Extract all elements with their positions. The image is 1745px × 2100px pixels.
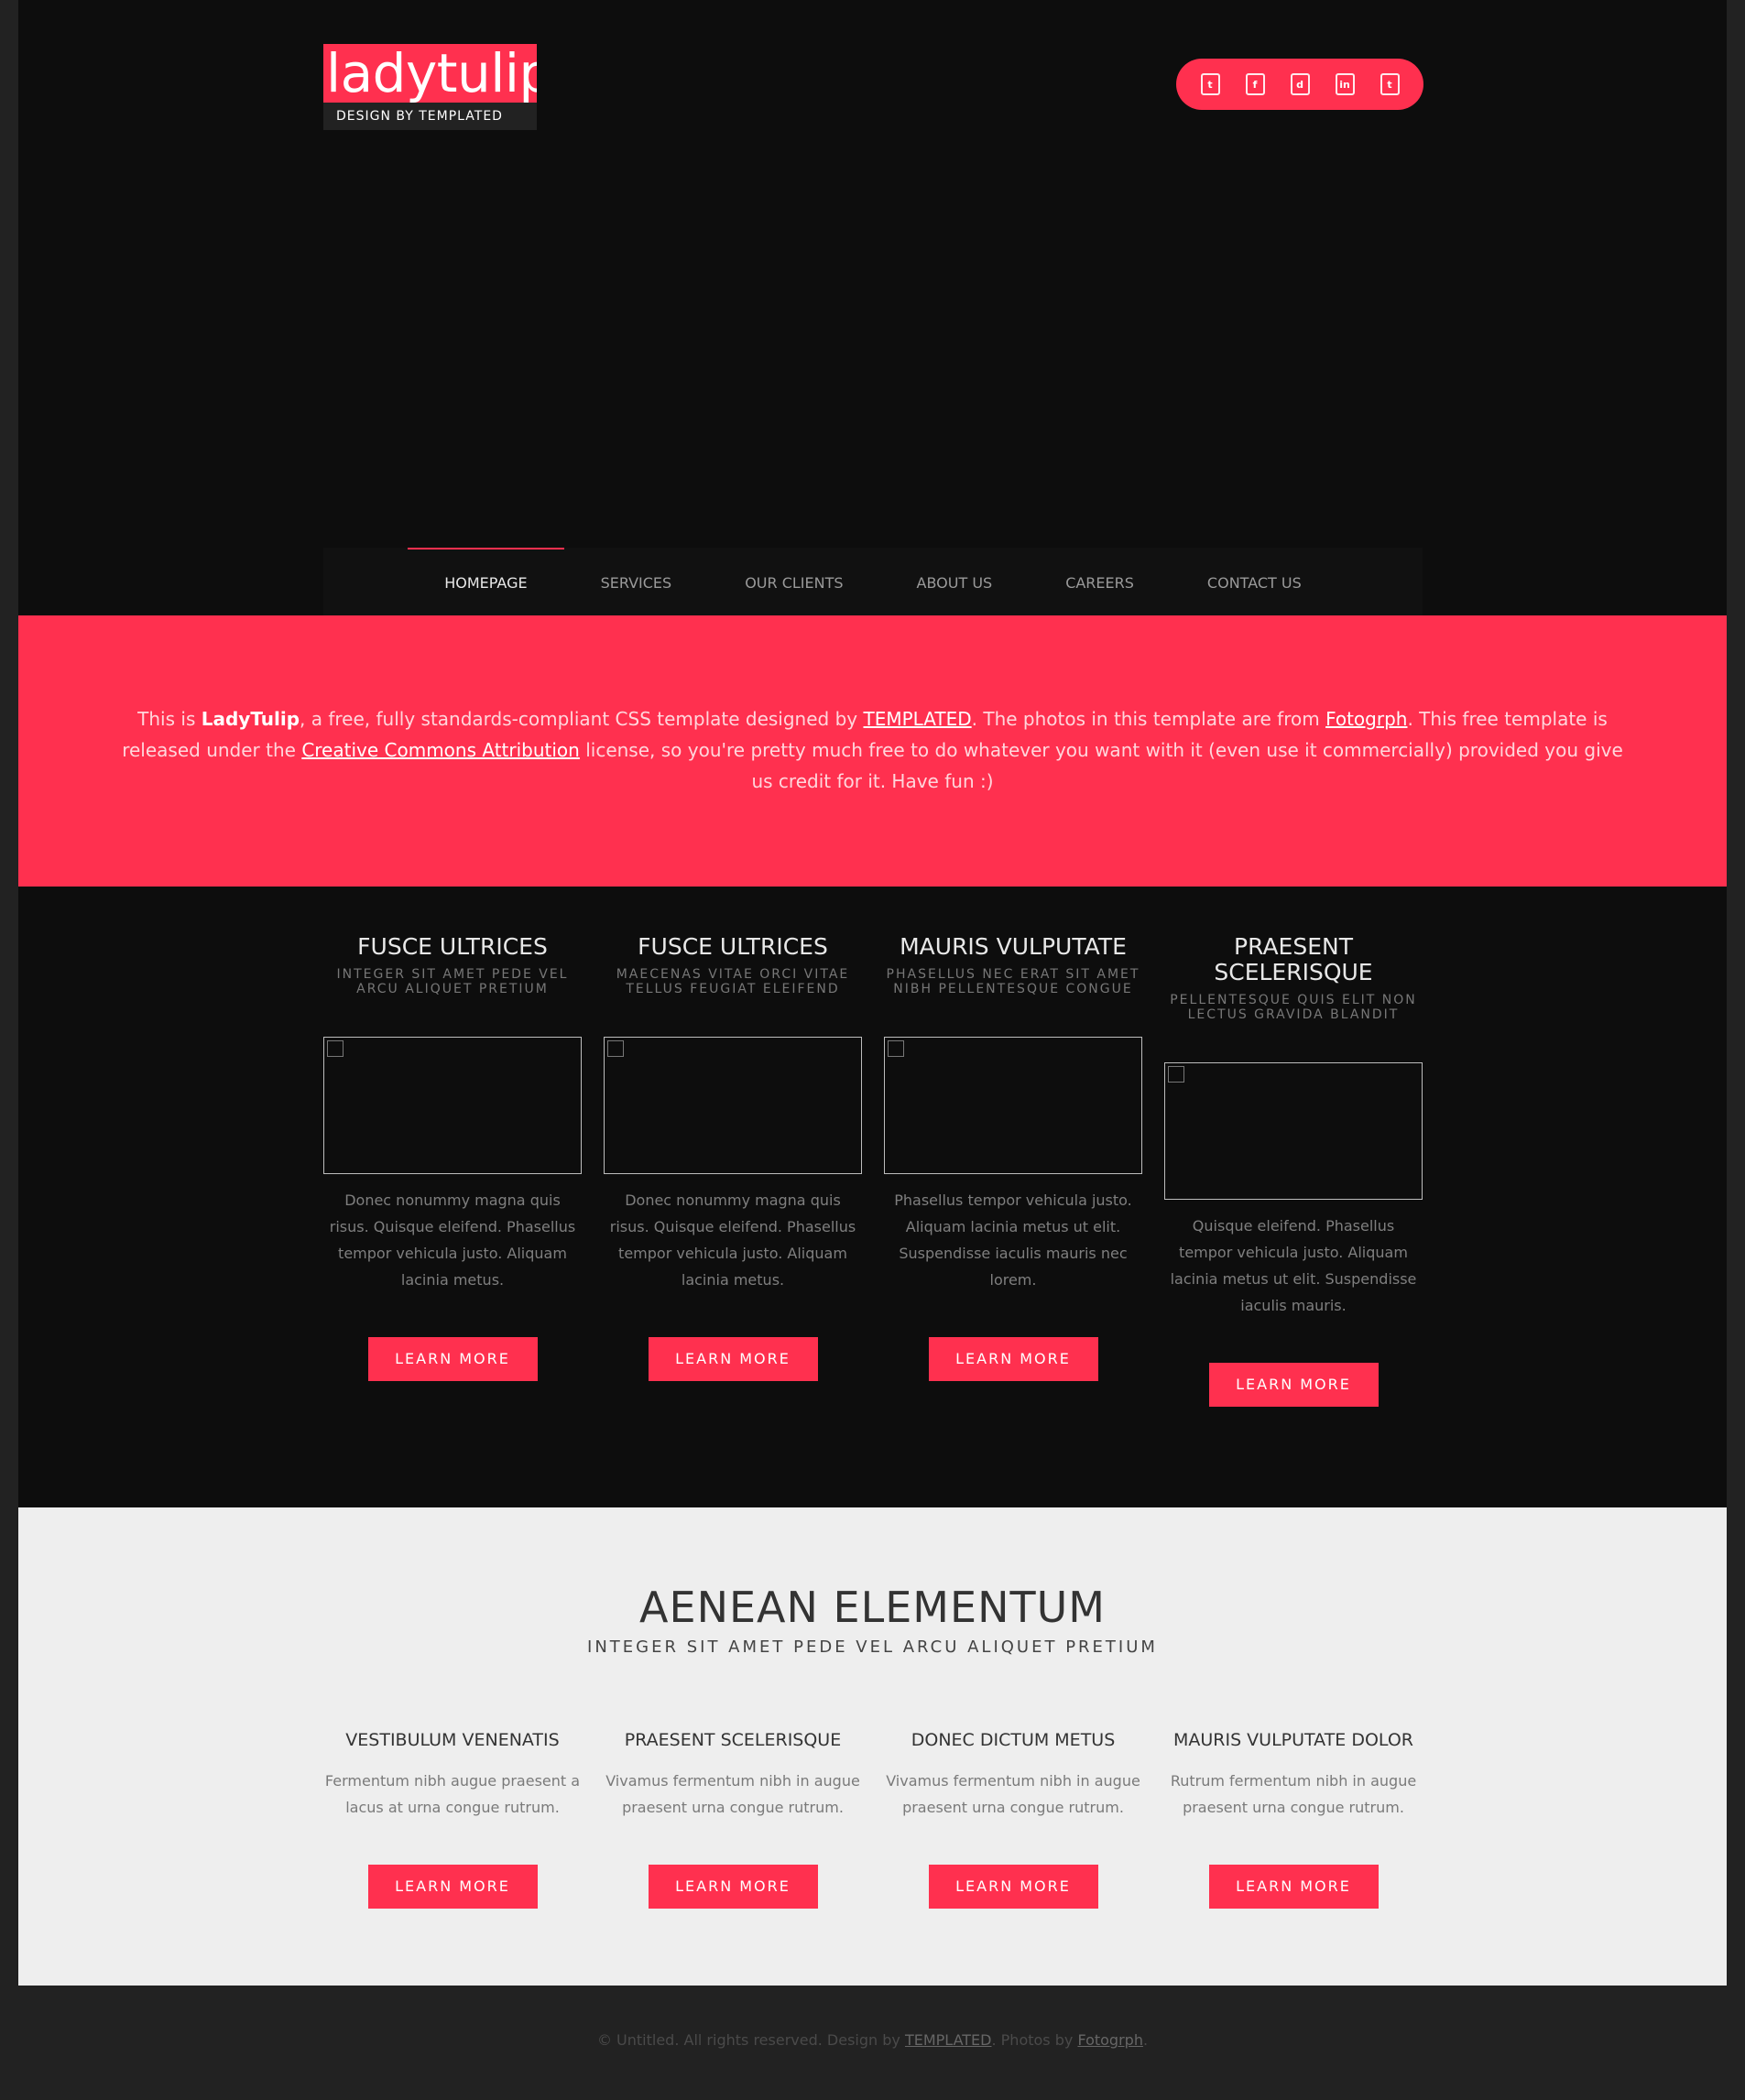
footer-text: © Untitled. All rights reserved. Design …: [596, 2031, 905, 2049]
templated-link[interactable]: TEMPLATED: [863, 708, 971, 730]
column-text: Vivamus fermentum nibh in augue praesent…: [886, 1772, 1140, 1816]
column-title: VESTIBULUM VENENATIS: [345, 1730, 560, 1750]
feature-title: FUSCE ULTRICES: [357, 933, 548, 960]
feature-title: PRAESENT SCELERISQUE: [1214, 933, 1373, 985]
intro-text-part: license, so you're pretty much free to d…: [579, 739, 1623, 792]
section-title: AENEAN ELEMENTUM: [639, 1583, 1106, 1632]
features-row: FUSCE ULTRICES INTEGER SIT AMET PEDE VEL…: [323, 934, 1423, 1407]
section-column: MAURIS VULPUTATE DOLOR Rutrum fermentum …: [1164, 1729, 1423, 1909]
logo-subtitle: DESIGN BY TEMPLATED: [323, 103, 537, 130]
site-logo[interactable]: ladytulip DESIGN BY TEMPLATED: [323, 44, 537, 130]
footer-fotogrph-link[interactable]: Fotogrph: [1077, 2031, 1143, 2049]
footer-text: .: [1142, 2031, 1149, 2049]
learn-more-button[interactable]: LEARN MORE: [928, 1337, 1098, 1381]
intro-text-part: . The photos in this template are from: [971, 708, 1326, 730]
feature-card: FUSCE ULTRICES INTEGER SIT AMET PEDE VEL…: [323, 934, 582, 1407]
learn-more-button[interactable]: LEARN MORE: [648, 1865, 818, 1909]
learn-more-button[interactable]: LEARN MORE: [1208, 1865, 1379, 1909]
feature-subtitle: PELLENTESQUE QUIS ELIT NON LECTUS GRAVID…: [1170, 993, 1417, 1022]
nav-item-careers[interactable]: CAREERS: [1029, 548, 1171, 615]
column-title: MAURIS VULPUTATE DOLOR: [1172, 1730, 1413, 1750]
learn-more-button[interactable]: LEARN MORE: [367, 1865, 538, 1909]
feature-text: Phasellus tempor vehicula justo. Aliquam…: [894, 1191, 1132, 1289]
nav-item-contact-us[interactable]: CONTACT US: [1171, 548, 1338, 615]
feature-subtitle: MAECENAS VITAE ORCI VITAE TELLUS FEUGIAT…: [616, 967, 850, 996]
learn-more-button[interactable]: LEARN MORE: [648, 1337, 818, 1381]
feature-text: Donec nonummy magna quis risus. Quisque …: [609, 1191, 856, 1289]
column-text: Rutrum fermentum nibh in augue praesent …: [1170, 1772, 1417, 1816]
learn-more-button[interactable]: LEARN MORE: [928, 1865, 1098, 1909]
intro-banner: This is LadyTulip, a free, fully standar…: [18, 615, 1727, 887]
learn-more-button[interactable]: LEARN MORE: [367, 1337, 538, 1381]
section-column: DONEC DICTUM METUS Vivamus fermentum nib…: [884, 1729, 1142, 1909]
creative-commons-link[interactable]: Creative Commons Attribution: [301, 739, 580, 761]
nav-item-services[interactable]: SERVICES: [564, 548, 709, 615]
section-columns: VESTIBULUM VENENATIS Fermentum nibh augu…: [323, 1729, 1423, 1909]
column-text: Fermentum nibh augue praesent a lacus at…: [324, 1772, 581, 1816]
feature-card: FUSCE ULTRICES MAECENAS VITAE ORCI VITAE…: [604, 934, 862, 1407]
feature-title: MAURIS VULPUTATE: [900, 933, 1127, 960]
facebook-icon[interactable]: f: [1245, 73, 1265, 95]
main-nav: HOMEPAGE SERVICES OUR CLIENTS ABOUT US C…: [323, 548, 1423, 615]
intro-brand: LadyTulip: [201, 708, 300, 730]
learn-more-button[interactable]: LEARN MORE: [1208, 1363, 1379, 1407]
social-links: t f d in t: [1176, 59, 1423, 110]
column-text: Vivamus fermentum nibh in augue praesent…: [605, 1772, 860, 1816]
column-title: DONEC DICTUM METUS: [911, 1730, 1116, 1750]
section-subtitle: INTEGER SIT AMET PEDE VEL ARCU ALIQUET P…: [587, 1638, 1158, 1657]
aenean-section: AENEAN ELEMENTUM INTEGER SIT AMET PEDE V…: [18, 1507, 1727, 1986]
feature-image[interactable]: [884, 1037, 1142, 1174]
feature-subtitle: PHASELLUS NEC ERAT SIT AMET NIBH PELLENT…: [886, 967, 1140, 996]
feature-text: Donec nonummy magna quis risus. Quisque …: [329, 1191, 576, 1289]
intro-text: This is LadyTulip, a free, fully standar…: [110, 703, 1635, 797]
feature-card: PRAESENT SCELERISQUE PELLENTESQUE QUIS E…: [1164, 934, 1423, 1407]
footer-templated-link[interactable]: TEMPLATED: [905, 2031, 992, 2049]
nav-item-about-us[interactable]: ABOUT US: [880, 548, 1030, 615]
nav-item-homepage[interactable]: HOMEPAGE: [408, 548, 564, 615]
feature-image[interactable]: [604, 1037, 862, 1174]
linkedin-icon[interactable]: in: [1335, 73, 1355, 95]
feature-image[interactable]: [1164, 1062, 1423, 1200]
feature-text: Quisque eleifend. Phasellus tempor vehic…: [1170, 1217, 1417, 1314]
feature-image[interactable]: [323, 1037, 582, 1174]
feature-title: FUSCE ULTRICES: [638, 933, 828, 960]
column-title: PRAESENT SCELERISQUE: [624, 1730, 842, 1750]
tumblr-icon[interactable]: t: [1380, 73, 1400, 95]
footer: © Untitled. All rights reserved. Design …: [0, 2031, 1745, 2049]
section-column: VESTIBULUM VENENATIS Fermentum nibh augu…: [323, 1729, 582, 1909]
logo-title: ladytulip: [323, 44, 537, 103]
section-column: PRAESENT SCELERISQUE Vivamus fermentum n…: [604, 1729, 862, 1909]
feature-subtitle: INTEGER SIT AMET PEDE VEL ARCU ALIQUET P…: [336, 967, 569, 996]
dribbble-icon[interactable]: d: [1290, 73, 1310, 95]
fotogrph-link[interactable]: Fotogrph: [1325, 708, 1407, 730]
intro-text-part: , a free, fully standards-compliant CSS …: [300, 708, 864, 730]
page-wrapper: ladytulip DESIGN BY TEMPLATED t f d in t…: [18, 0, 1727, 1986]
feature-card: MAURIS VULPUTATE PHASELLUS NEC ERAT SIT …: [884, 934, 1142, 1407]
nav-item-our-clients[interactable]: OUR CLIENTS: [708, 548, 879, 615]
twitter-icon[interactable]: t: [1200, 73, 1220, 95]
footer-text: . Photos by: [991, 2031, 1078, 2049]
intro-text-part: This is: [137, 708, 202, 730]
